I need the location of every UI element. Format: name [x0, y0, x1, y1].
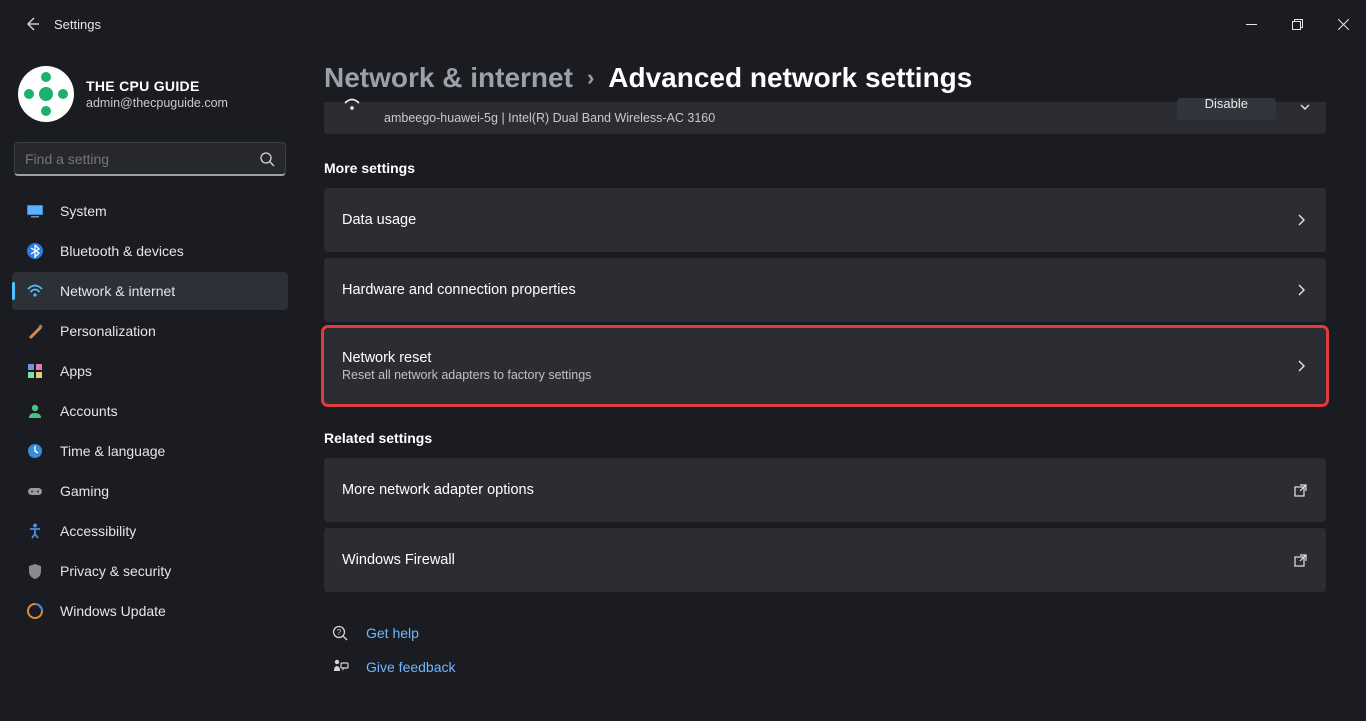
avatar — [18, 66, 74, 122]
maximize-button[interactable] — [1274, 8, 1320, 40]
sidebar-item-label: Personalization — [60, 323, 156, 339]
row-title: Windows Firewall — [342, 552, 1281, 568]
row-network-reset[interactable]: Network reset Reset all network adapters… — [324, 328, 1326, 404]
sidebar-item-label: System — [60, 203, 107, 219]
close-button[interactable] — [1320, 8, 1366, 40]
get-help-link[interactable]: ? Get help — [324, 616, 1326, 650]
search-box[interactable] — [14, 142, 286, 176]
external-link-icon — [1293, 483, 1308, 498]
update-icon — [26, 602, 44, 620]
sidebar-item-label: Time & language — [60, 443, 165, 459]
titlebar: Settings — [0, 0, 1366, 48]
sidebar-item-personalization[interactable]: Personalization — [12, 312, 288, 350]
app-title: Settings — [52, 17, 101, 32]
globe-clock-icon — [26, 442, 44, 460]
sidebar-item-privacy[interactable]: Privacy & security — [12, 552, 288, 590]
wifi-icon — [342, 94, 362, 114]
bluetooth-icon — [26, 242, 44, 260]
minimize-button[interactable] — [1228, 8, 1274, 40]
sidebar-item-bluetooth[interactable]: Bluetooth & devices — [12, 232, 288, 270]
profile-block[interactable]: THE CPU GUIDE admin@thecpuguide.com — [12, 58, 288, 136]
sidebar-item-label: Windows Update — [60, 603, 166, 619]
sidebar-item-label: Privacy & security — [60, 563, 171, 579]
chevron-right-icon — [1294, 283, 1308, 297]
sidebar-item-network[interactable]: Network & internet — [12, 272, 288, 310]
search-input[interactable] — [25, 151, 259, 167]
row-data-usage[interactable]: Data usage — [324, 188, 1326, 252]
monitor-icon — [26, 202, 44, 220]
main-content: Network & internet › Advanced network se… — [300, 48, 1366, 721]
link-label[interactable]: Give feedback — [366, 659, 456, 675]
adapter-subtitle: ambeego-huawei-5g | Intel(R) Dual Band W… — [384, 111, 715, 125]
wifi-icon — [26, 282, 44, 300]
row-subtitle: Reset all network adapters to factory se… — [342, 368, 1282, 382]
paintbrush-icon — [26, 322, 44, 340]
row-hardware-properties[interactable]: Hardware and connection properties — [324, 258, 1326, 322]
sidebar-item-label: Accessibility — [60, 523, 136, 539]
section-title-more: More settings — [324, 160, 1326, 176]
apps-icon — [26, 362, 44, 380]
link-label[interactable]: Get help — [366, 625, 419, 641]
sidebar-item-label: Network & internet — [60, 283, 175, 299]
chevron-right-icon: › — [587, 65, 594, 91]
sidebar-item-accessibility[interactable]: Accessibility — [12, 512, 288, 550]
page-title: Advanced network settings — [608, 62, 972, 94]
sidebar-item-label: Apps — [60, 363, 92, 379]
chevron-down-icon — [1298, 100, 1312, 114]
back-button[interactable] — [12, 4, 52, 44]
sidebar-item-system[interactable]: System — [12, 192, 288, 230]
sidebar-item-label: Gaming — [60, 483, 109, 499]
row-title: More network adapter options — [342, 482, 1281, 498]
nav-list: System Bluetooth & devices Network & int… — [12, 192, 288, 630]
external-link-icon — [1293, 553, 1308, 568]
profile-email: admin@thecpuguide.com — [86, 96, 228, 110]
feedback-icon — [330, 657, 350, 677]
sidebar-item-label: Accounts — [60, 403, 118, 419]
section-title-related: Related settings — [324, 430, 1326, 446]
row-windows-firewall[interactable]: Windows Firewall — [324, 528, 1326, 592]
sidebar: THE CPU GUIDE admin@thecpuguide.com Syst… — [0, 48, 300, 721]
chevron-right-icon — [1294, 213, 1308, 227]
breadcrumb: Network & internet › Advanced network se… — [324, 62, 1326, 94]
search-icon — [259, 151, 275, 167]
row-title: Hardware and connection properties — [342, 282, 1282, 298]
breadcrumb-parent[interactable]: Network & internet — [324, 62, 573, 94]
row-title: Network reset — [342, 350, 1282, 366]
accessibility-icon — [26, 522, 44, 540]
sidebar-item-update[interactable]: Windows Update — [12, 592, 288, 630]
svg-text:?: ? — [337, 628, 342, 637]
gamepad-icon — [26, 482, 44, 500]
chevron-right-icon — [1294, 359, 1308, 373]
sidebar-item-time[interactable]: Time & language — [12, 432, 288, 470]
row-title: Data usage — [342, 212, 1282, 228]
give-feedback-link[interactable]: Give feedback — [324, 650, 1326, 684]
profile-name: THE CPU GUIDE — [86, 78, 228, 94]
sidebar-item-apps[interactable]: Apps — [12, 352, 288, 390]
disable-button[interactable]: Disable — [1177, 98, 1276, 120]
sidebar-item-accounts[interactable]: Accounts — [12, 392, 288, 430]
person-icon — [26, 402, 44, 420]
shield-icon — [26, 562, 44, 580]
window-controls — [1228, 8, 1366, 40]
adapter-row-wifi[interactable]: ambeego-huawei-5g | Intel(R) Dual Band W… — [324, 102, 1326, 134]
row-more-adapter-options[interactable]: More network adapter options — [324, 458, 1326, 522]
sidebar-item-gaming[interactable]: Gaming — [12, 472, 288, 510]
sidebar-item-label: Bluetooth & devices — [60, 243, 184, 259]
help-icon: ? — [330, 623, 350, 643]
